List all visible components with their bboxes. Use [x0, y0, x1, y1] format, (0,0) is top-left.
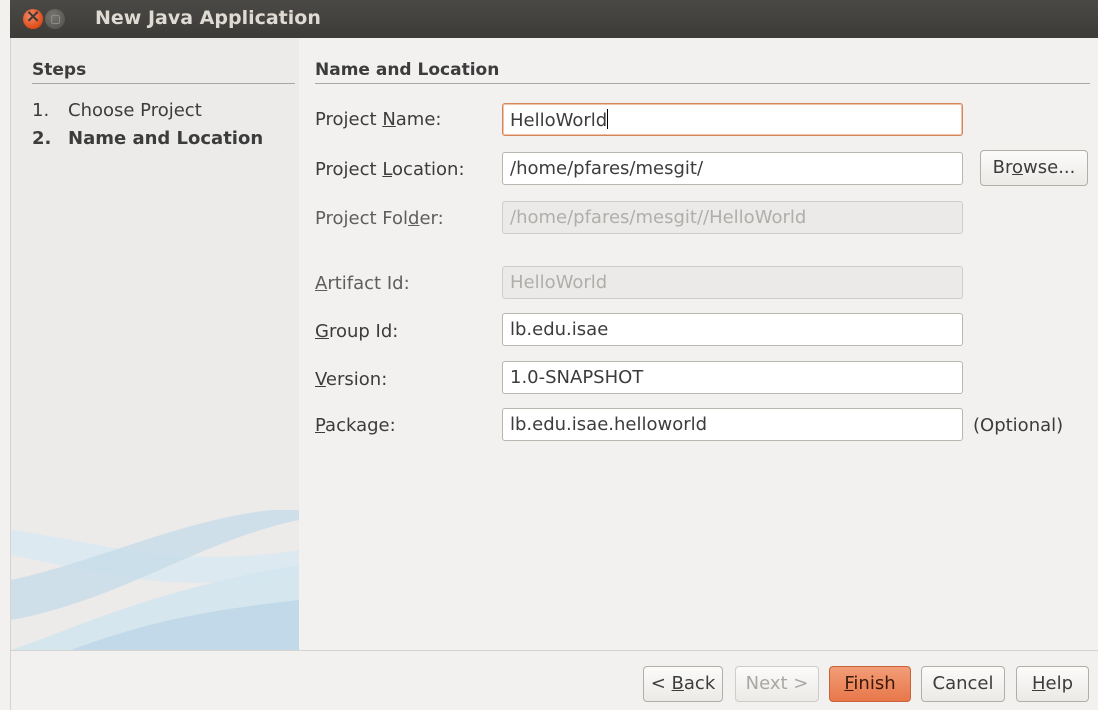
cancel-button[interactable]: Cancel: [921, 666, 1005, 702]
step-number: 2.: [32, 128, 52, 149]
field-value: lb.edu.isae.helloworld: [510, 414, 708, 435]
artifact-id-input: HelloWorld: [502, 266, 963, 299]
back-button[interactable]: < Back: [643, 666, 723, 702]
button-text: wse...: [1023, 157, 1076, 178]
field-value: /home/pfares/mesgit/: [510, 158, 704, 179]
project-folder-input: /home/pfares/mesgit//HelloWorld: [502, 201, 963, 234]
window-left-edge: [0, 38, 11, 710]
field-value: 1.0-SNAPSHOT: [510, 367, 644, 388]
mnemonic: P: [315, 415, 326, 436]
label-text: rtifact Id:: [327, 273, 410, 294]
package-label: Package:: [315, 415, 396, 436]
project-location-input[interactable]: /home/pfares/mesgit/: [502, 152, 963, 185]
version-input[interactable]: 1.0-SNAPSHOT: [502, 361, 963, 394]
browse-button[interactable]: Browse...: [980, 150, 1088, 186]
artifact-id-label: Artifact Id:: [315, 273, 410, 294]
label-text: Project: [315, 109, 383, 130]
mnemonic: H: [1031, 673, 1046, 694]
group-id-input[interactable]: lb.edu.isae: [502, 313, 963, 346]
mnemonic: V: [315, 369, 326, 390]
field-value: /home/pfares/mesgit//HelloWorld: [510, 207, 807, 228]
name-location-panel: Name and Location Project Name: HelloWor…: [300, 38, 1098, 650]
steps-divider: [32, 83, 295, 84]
mnemonic: N: [382, 109, 396, 130]
label-text: Project: [315, 159, 383, 180]
label-text: ackage:: [325, 415, 396, 436]
button-text: elp: [1045, 673, 1074, 694]
package-input[interactable]: lb.edu.isae.helloworld: [502, 408, 963, 441]
title-bar: New Java Application: [10, 0, 1098, 38]
label-text: er:: [419, 208, 444, 229]
mnemonic: L: [382, 159, 393, 180]
button-text: Br: [992, 157, 1012, 178]
mnemonic: d: [408, 208, 420, 229]
field-value: HelloWorld: [510, 110, 608, 131]
mnemonic: G: [315, 321, 329, 342]
project-location-label: Project Location:: [315, 159, 465, 180]
field-value: lb.edu.isae: [510, 319, 609, 340]
button-text: ack: [683, 673, 716, 694]
label-text: ocation:: [392, 159, 465, 180]
mnemonic: A: [315, 273, 328, 294]
window-title: New Java Application: [95, 7, 321, 29]
dialog-window: New Java Application Steps 1. Choose Proj…: [0, 0, 1098, 710]
field-value: HelloWorld: [510, 272, 608, 293]
button-text: inish: [853, 673, 896, 694]
help-button[interactable]: Help: [1016, 666, 1089, 702]
label-text: Project Fol: [315, 208, 409, 229]
mnemonic: B: [671, 673, 684, 694]
steps-panel: Steps 1. Choose Project 2. Name and Locati…: [11, 38, 299, 650]
step-choose-project: 1. Choose Project: [32, 100, 202, 121]
step-number: 1.: [32, 100, 50, 121]
close-icon[interactable]: [23, 6, 43, 29]
minimize-icon[interactable]: [45, 9, 65, 29]
step-name-and-location: 2. Name and Location: [32, 128, 263, 149]
text-caret: [607, 109, 609, 129]
project-folder-label: Project Folder:: [315, 208, 444, 229]
step-label: Name and Location: [68, 128, 264, 149]
finish-button[interactable]: Finish: [829, 666, 911, 702]
label-text: ersion:: [325, 369, 388, 390]
step-label: Choose Project: [68, 100, 202, 121]
netbeans-swoosh-icon: [11, 510, 299, 650]
project-name-input[interactable]: HelloWorld: [502, 103, 963, 136]
project-name-label: Project Name:: [315, 109, 441, 130]
button-bar-divider: [11, 650, 1098, 651]
section-heading: Name and Location: [315, 60, 500, 80]
mnemonic: o: [1012, 157, 1024, 178]
label-text: roup Id:: [328, 321, 399, 342]
group-id-label: Group Id:: [315, 321, 398, 342]
section-divider: [315, 83, 1090, 84]
steps-heading: Steps: [32, 60, 87, 80]
label-text: ame:: [395, 109, 442, 130]
version-label: Version:: [315, 369, 387, 390]
button-text: <: [650, 673, 672, 694]
next-button: Next >: [735, 666, 819, 702]
optional-note: (Optional): [973, 415, 1064, 436]
